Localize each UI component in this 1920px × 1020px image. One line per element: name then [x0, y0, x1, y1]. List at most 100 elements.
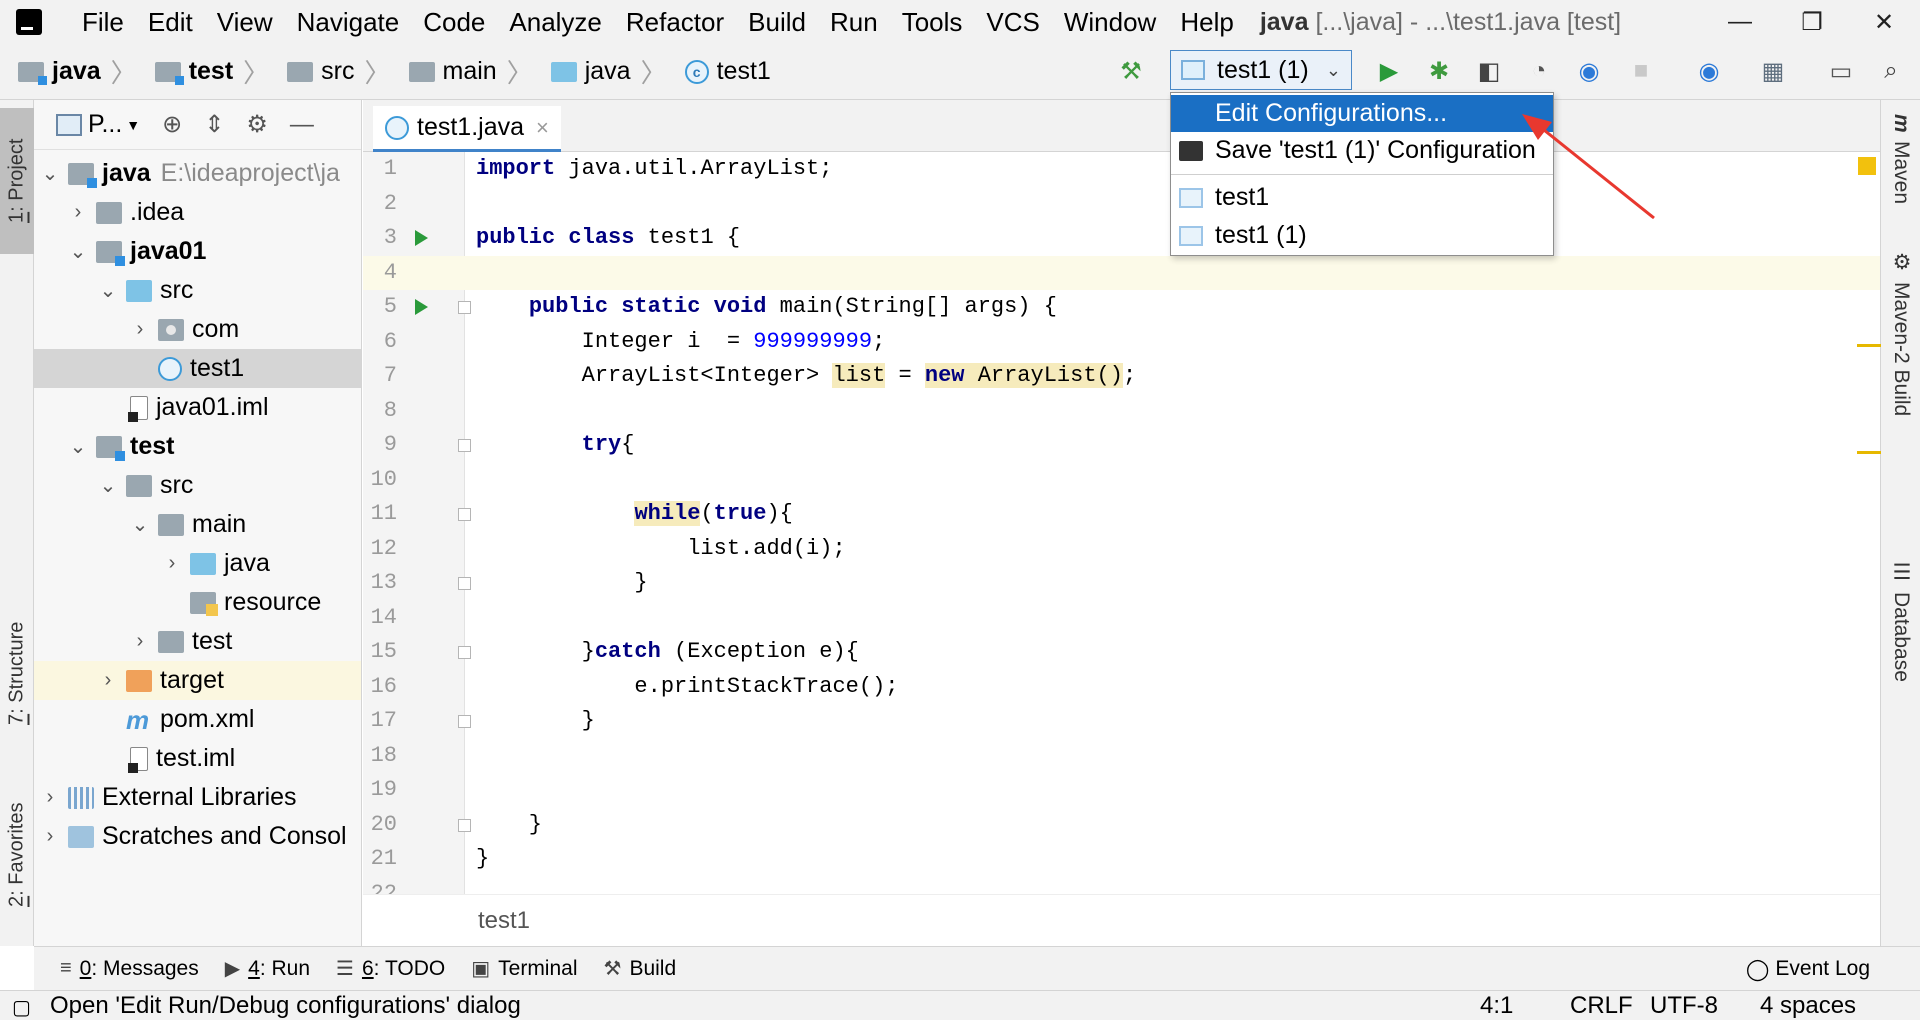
close-tab-icon[interactable]: × — [536, 115, 549, 141]
tree-item-test-folder[interactable]: › test — [34, 622, 361, 661]
menu-help[interactable]: Help — [1168, 0, 1245, 44]
tree-item-test-src[interactable]: ⌄ src — [34, 466, 361, 505]
debug-icon[interactable]: ✱ — [1424, 56, 1454, 86]
menu-edit-configurations[interactable]: Edit Configurations... — [1171, 95, 1553, 132]
chevron-down-icon[interactable]: ▼ — [126, 117, 140, 133]
tree-item-main[interactable]: ⌄ main — [34, 505, 361, 544]
scratches-icon — [68, 825, 94, 848]
tree-item-target[interactable]: › target — [34, 661, 361, 700]
tree-item-pom[interactable]: m pom.xml — [34, 700, 361, 739]
indent-setting[interactable]: 4 spaces — [1760, 991, 1856, 1020]
hide-icon[interactable]: — — [290, 111, 314, 139]
menu-edit[interactable]: Edit — [136, 0, 205, 44]
fold-end-icon[interactable] — [458, 715, 471, 728]
tree-item-test[interactable]: ⌄ test — [34, 427, 361, 466]
restore-button[interactable]: ❐ — [1776, 0, 1848, 44]
project-structure-icon[interactable]: ▦ — [1758, 56, 1788, 86]
menu-tools[interactable]: Tools — [890, 0, 975, 44]
tool-todo[interactable]: ☰ 6: TODO — [336, 956, 445, 981]
project-view-selector[interactable]: P... — [88, 110, 122, 139]
menu-config-test1[interactable]: test1 — [1171, 179, 1553, 216]
error-stripe-marker[interactable] — [1857, 451, 1881, 454]
minimize-button[interactable]: — — [1704, 0, 1776, 44]
tab-database[interactable]: ☰ Database — [1881, 560, 1920, 700]
tree-item-java01[interactable]: ⌄ java01 — [34, 232, 361, 271]
tab-favorites[interactable]: 2: Favorites — [0, 780, 34, 930]
breadcrumb-test[interactable]: test 〉 — [154, 53, 269, 90]
fold-end-icon[interactable] — [458, 818, 471, 832]
collapse-all-icon[interactable]: ⇕ — [204, 110, 224, 139]
hammer-icon[interactable]: ⚒ — [1116, 56, 1146, 86]
profile-icon[interactable]: ◔ — [1524, 56, 1554, 86]
menu-analyze[interactable]: Analyze — [497, 0, 614, 44]
fold-icon[interactable] — [458, 439, 471, 452]
menu-navigate[interactable]: Navigate — [285, 0, 412, 44]
fold-end-icon[interactable] — [458, 577, 471, 590]
tree-item-external-libraries[interactable]: › External Libraries — [34, 778, 361, 817]
file-encoding[interactable]: UTF-8 — [1650, 991, 1718, 1020]
code-analysis-indicator[interactable] — [1858, 157, 1876, 175]
tool-run[interactable]: ▶ 4: Run — [225, 956, 310, 981]
menu-save-configuration[interactable]: Save 'test1 (1)' Configuration — [1171, 132, 1553, 169]
locate-icon[interactable]: ⊕ — [162, 110, 182, 139]
breadcrumb-java-source[interactable]: java 〉 — [550, 53, 667, 90]
code-line: 20 } — [370, 811, 543, 837]
code-editor[interactable]: 1 import java.util.ArrayList; 2 3 public c… — [363, 152, 1880, 894]
tree-item-idea[interactable]: › .idea — [34, 193, 361, 232]
toggle-tool-windows-icon[interactable]: ▢ — [12, 995, 31, 1020]
coverage-icon[interactable]: ◧ — [1474, 56, 1504, 86]
terminal-window-icon[interactable]: ▭ — [1826, 56, 1856, 86]
error-stripe-marker[interactable] — [1857, 344, 1881, 347]
menu-run[interactable]: Run — [818, 0, 890, 44]
breadcrumb-test1[interactable]: c test1 — [684, 57, 771, 86]
tab-maven[interactable]: m Maven — [1881, 114, 1920, 224]
tree-item-scratches[interactable]: › Scratches and Consol — [34, 817, 361, 856]
breadcrumb-java[interactable]: java 〉 — [18, 53, 137, 90]
menu-vcs[interactable]: VCS — [974, 0, 1051, 44]
tool-build[interactable]: ⚒ Build — [604, 956, 677, 981]
menu-file[interactable]: File — [70, 0, 136, 44]
run-icon[interactable]: ▶ — [1374, 56, 1404, 86]
menu-config-test1-1[interactable]: test1 (1) — [1171, 217, 1553, 254]
breadcrumb-src[interactable]: src 〉 — [287, 53, 391, 90]
search-icon[interactable]: ⌕ — [1876, 56, 1906, 86]
gear-icon[interactable]: ⚙ — [246, 110, 268, 139]
tree-item-com[interactable]: › com — [34, 310, 361, 349]
tab-project[interactable]: 1: Project — [0, 108, 34, 254]
close-window-button[interactable]: ✕ — [1848, 0, 1920, 44]
code-line: 5 public static void main(String[] args)… — [383, 294, 1057, 319]
fold-icon[interactable] — [458, 508, 471, 521]
tree-item-resources[interactable]: resource — [34, 583, 361, 622]
tool-messages[interactable]: ≡ 0: Messages — [60, 957, 199, 981]
run-gutter-icon[interactable] — [415, 230, 428, 246]
tree-item-java01-iml[interactable]: java01.iml — [34, 388, 361, 427]
settings-sync-icon[interactable]: ◉ — [1694, 56, 1724, 86]
run-gutter-icon[interactable] — [415, 299, 428, 315]
update-icon[interactable]: ◉ — [1574, 56, 1604, 86]
tool-terminal[interactable]: ▣ Terminal — [471, 956, 577, 981]
menu-code[interactable]: Code — [411, 0, 497, 44]
code-line: 21} — [370, 846, 490, 871]
tree-item-main-java[interactable]: › java — [34, 544, 361, 583]
menu-view[interactable]: View — [205, 0, 285, 44]
line-separator[interactable]: CRLF — [1570, 991, 1633, 1020]
menu-refactor[interactable]: Refactor — [614, 0, 736, 44]
breadcrumb-main[interactable]: main 〉 — [408, 53, 533, 90]
menu-window[interactable]: Window — [1052, 0, 1168, 44]
tree-item-test-iml[interactable]: test.iml — [34, 739, 361, 778]
stop-icon[interactable]: ■ — [1626, 56, 1656, 86]
tree-item-test1[interactable]: test1 — [34, 349, 361, 388]
run-configuration-selector[interactable]: test1 (1) ⌄ — [1170, 50, 1352, 90]
fold-icon[interactable] — [458, 646, 471, 659]
tree-item-java[interactable]: ⌄ java E:\ideaproject\ja — [34, 154, 361, 193]
code-line: 9 try{ — [383, 432, 635, 457]
editor-breadcrumb-class[interactable]: test1 — [478, 907, 530, 935]
tree-item-src[interactable]: ⌄ src — [34, 271, 361, 310]
tab-maven2-build[interactable]: ⚙ Maven-2 Build — [1881, 250, 1920, 530]
caret-position[interactable]: 4:1 — [1480, 991, 1513, 1020]
tab-test1-java[interactable]: test1.java × — [373, 106, 561, 152]
tool-event-log[interactable]: ◯ Event Log — [1746, 947, 1870, 991]
tab-structure[interactable]: 7: Structure — [0, 598, 34, 748]
menu-build[interactable]: Build — [736, 0, 818, 44]
fold-icon[interactable] — [458, 301, 471, 314]
